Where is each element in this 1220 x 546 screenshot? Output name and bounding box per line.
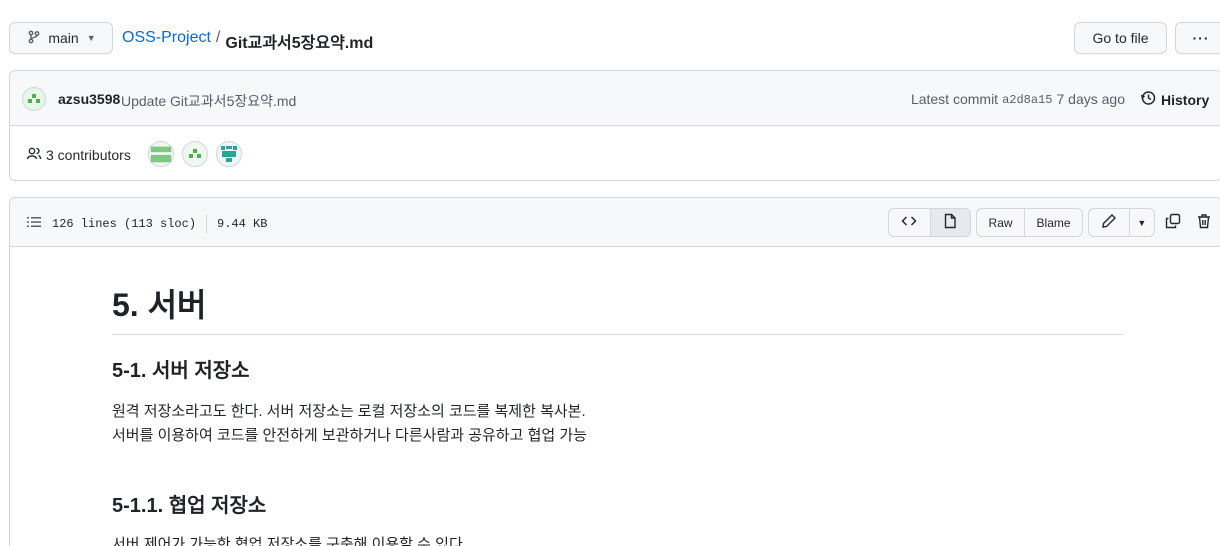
commit-time: 7 days ago	[1056, 91, 1126, 107]
file-info: 126 lines (113 sloc) 9.44 KB	[26, 214, 267, 234]
git-branch-icon	[26, 29, 42, 48]
paragraph-line: 서버를 이용하여 코드를 안전하게 보관하거나 다른사람과 공유하고 협업 가능	[112, 427, 587, 445]
edit-button[interactable]	[1089, 209, 1129, 236]
edit-group: ▼	[1088, 208, 1155, 237]
paragraph: 서버 제어가 가능한 협업 저장소를 구축해 이용할 수 있다	[112, 536, 463, 546]
avatar[interactable]	[182, 141, 208, 167]
raw-blame-group: Raw Blame	[976, 208, 1083, 237]
history-link[interactable]: History	[1140, 90, 1209, 109]
line-count: 126 lines (113 sloc)	[52, 217, 197, 231]
copy-button[interactable]	[1163, 212, 1183, 232]
branch-name: main	[48, 30, 79, 46]
more-options-button[interactable]: ···	[1175, 22, 1220, 54]
file-name: Git교과서5장요약.md	[225, 35, 374, 52]
latest-commit-row: azsu3598 Update Git교과서5장요약.md Latest com…	[10, 71, 1220, 126]
people-icon	[26, 145, 42, 164]
avatar[interactable]	[216, 141, 242, 167]
branch-select-button[interactable]: main ▼	[9, 22, 113, 54]
blame-button[interactable]: Blame	[1024, 209, 1082, 236]
paragraph: 원격 저장소라고도 한다. 서버 저장소는 로컬 저장소의 코드를 복제한 복사…	[112, 400, 1124, 448]
paragraph-line: 원격 저장소라고도 한다. 서버 저장소는 로컬 저장소의 코드를 복제한 복사…	[112, 403, 586, 421]
go-to-file-button[interactable]: Go to file	[1074, 22, 1167, 54]
edit-dropdown-button[interactable]: ▼	[1128, 209, 1154, 236]
pencil-icon	[1101, 213, 1117, 232]
trash-icon	[1196, 213, 1212, 232]
heading-3: 5-1.1. 협업 저장소	[112, 495, 267, 518]
raw-button[interactable]: Raw	[977, 209, 1024, 236]
file-icon	[942, 213, 958, 232]
heading-1: 5. 서버	[112, 286, 1124, 336]
commit-message[interactable]: Update Git교과서5장요약.md	[121, 91, 296, 111]
copy-icon	[1165, 213, 1181, 232]
file-navigation: main ▼ OSS-Project / Git교과서5장요약.md Go to…	[9, 22, 1220, 54]
contributors-count: 3 contributors	[46, 146, 131, 163]
markdown-body: 5. 서버 5-1. 서버 저장소 원격 저장소라고도 한다. 서버 저장소는 …	[112, 247, 1124, 546]
repo-link[interactable]: OSS-Project	[122, 29, 211, 53]
view-toggle	[888, 208, 971, 237]
commit-meta: Latest commit a2d8a15 7 days ago	[911, 91, 1125, 107]
file-header: 126 lines (113 sloc) 9.44 KB Raw Blame ▼	[10, 198, 1220, 247]
breadcrumb-separator: /	[215, 29, 221, 46]
divider	[206, 215, 208, 233]
history-label: History	[1161, 91, 1210, 108]
commit-sha[interactable]: a2d8a15	[1002, 91, 1052, 107]
contributors-row: 3 contributors	[10, 126, 1220, 181]
delete-button[interactable]	[1194, 212, 1214, 232]
list-icon[interactable]	[26, 214, 42, 234]
history-icon	[1140, 90, 1156, 109]
file-size: 9.44 KB	[217, 217, 268, 231]
commit-author[interactable]: azsu3598	[58, 91, 120, 107]
commit-panel: azsu3598 Update Git교과서5장요약.md Latest com…	[9, 70, 1220, 181]
contributors-link[interactable]: 3 contributors	[26, 145, 131, 164]
latest-commit-label: Latest commit	[910, 91, 999, 107]
code-icon	[901, 213, 917, 232]
breadcrumb: OSS-Project / Git교과서5장요약.md	[122, 29, 373, 53]
contributor-avatars	[148, 141, 242, 167]
heading-2: 5-1. 서버 저장소	[112, 360, 250, 383]
caret-down-icon: ▼	[86, 33, 96, 43]
preview-button[interactable]	[929, 209, 970, 236]
caret-down-icon: ▼	[1137, 217, 1147, 228]
avatar[interactable]	[22, 87, 46, 111]
file-viewer: 126 lines (113 sloc) 9.44 KB Raw Blame ▼…	[9, 197, 1220, 546]
avatar[interactable]	[148, 141, 174, 167]
code-view-button[interactable]	[889, 209, 930, 236]
